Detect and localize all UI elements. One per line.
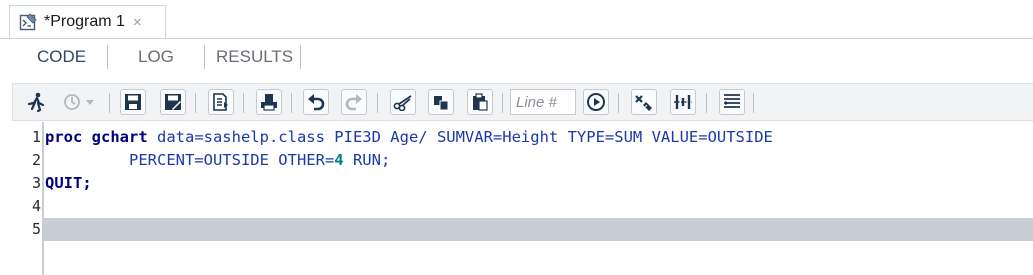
tab-divider bbox=[204, 45, 205, 69]
code-token: QUIT; bbox=[45, 174, 92, 192]
toolbar-separator bbox=[618, 93, 619, 113]
tab-results[interactable]: RESULTS bbox=[216, 47, 293, 67]
code-line[interactable]: PERCENT=OUTSIDE OTHER=4 RUN; bbox=[45, 149, 390, 172]
history-button[interactable] bbox=[59, 89, 99, 115]
outline-button[interactable] bbox=[719, 89, 745, 115]
go-icon bbox=[587, 93, 605, 111]
code-token: RUN; bbox=[343, 151, 391, 169]
copy-icon bbox=[434, 96, 449, 111]
toolbar-separator bbox=[291, 93, 292, 113]
tab-title: *Program 1 bbox=[44, 13, 125, 30]
print-icon bbox=[261, 94, 277, 111]
document-tab-bar: *Program 1 × bbox=[0, 0, 1033, 38]
cut-icon bbox=[393, 95, 412, 111]
line-number: 2 bbox=[31, 151, 41, 169]
tab-divider bbox=[300, 45, 301, 69]
code-line[interactable]: QUIT; bbox=[45, 172, 92, 195]
export-icon bbox=[213, 93, 228, 111]
print-button[interactable] bbox=[256, 89, 282, 115]
code-token: 4 bbox=[334, 151, 344, 169]
line-number-input[interactable] bbox=[510, 89, 576, 115]
line-number: 5 bbox=[31, 220, 41, 238]
redo-icon bbox=[345, 94, 362, 111]
toolbar-separator bbox=[502, 93, 503, 113]
close-icon[interactable]: × bbox=[133, 14, 142, 31]
go-to-line-button[interactable] bbox=[583, 89, 609, 115]
toolbar-separator bbox=[243, 93, 244, 113]
save-icon bbox=[125, 94, 141, 110]
code-editor[interactable]: 1 2 3 4 5 proc gchart data=sashelp.class PIE3… bbox=[0, 122, 1033, 275]
run-button[interactable] bbox=[23, 89, 49, 115]
toolbar-separator bbox=[109, 93, 110, 113]
toolbar-separator bbox=[706, 93, 707, 113]
format-code-button[interactable] bbox=[670, 89, 696, 115]
tab-log[interactable]: LOG bbox=[138, 47, 174, 67]
paste-icon bbox=[473, 93, 488, 111]
toolbar-separator bbox=[377, 93, 378, 113]
history-icon bbox=[64, 94, 94, 110]
export-button[interactable] bbox=[208, 89, 234, 115]
line-number: 3 bbox=[31, 174, 41, 192]
tab-code[interactable]: CODE bbox=[37, 47, 86, 67]
undo-button[interactable] bbox=[303, 89, 329, 115]
code-token: PERCENT=OUTSIDE OTHER= bbox=[45, 151, 335, 169]
code-token: data=sashelp.class PIE3D Age/ SUMVAR=Hei… bbox=[147, 128, 773, 146]
save-button[interactable] bbox=[120, 89, 146, 115]
cut-button[interactable] bbox=[390, 89, 416, 115]
tab-divider bbox=[107, 45, 108, 69]
code-line[interactable]: proc gchart data=sashelp.class PIE3D Age… bbox=[45, 126, 773, 149]
undo-icon bbox=[308, 94, 325, 111]
line-number: 1 bbox=[31, 128, 41, 146]
clear-icon bbox=[635, 95, 652, 111]
tab-program-1[interactable]: *Program 1 × bbox=[9, 5, 166, 38]
save-as-icon bbox=[165, 94, 181, 110]
toolbar-separator bbox=[753, 93, 754, 113]
save-as-button[interactable] bbox=[160, 89, 186, 115]
run-icon bbox=[27, 92, 45, 113]
view-tabs: CODE LOG RESULTS bbox=[0, 38, 1033, 76]
format-icon bbox=[674, 95, 692, 109]
redo-button[interactable] bbox=[341, 89, 367, 115]
line-number: 4 bbox=[31, 197, 41, 215]
current-line-highlight bbox=[44, 218, 1033, 241]
outline-icon bbox=[724, 94, 740, 108]
paste-button[interactable] bbox=[467, 89, 493, 115]
clear-button[interactable] bbox=[631, 89, 657, 115]
toolbar-separator bbox=[195, 93, 196, 113]
code-token: proc gchart bbox=[45, 128, 148, 146]
program-icon bbox=[19, 12, 38, 32]
copy-button[interactable] bbox=[428, 89, 454, 115]
editor-toolbar bbox=[12, 83, 1033, 121]
